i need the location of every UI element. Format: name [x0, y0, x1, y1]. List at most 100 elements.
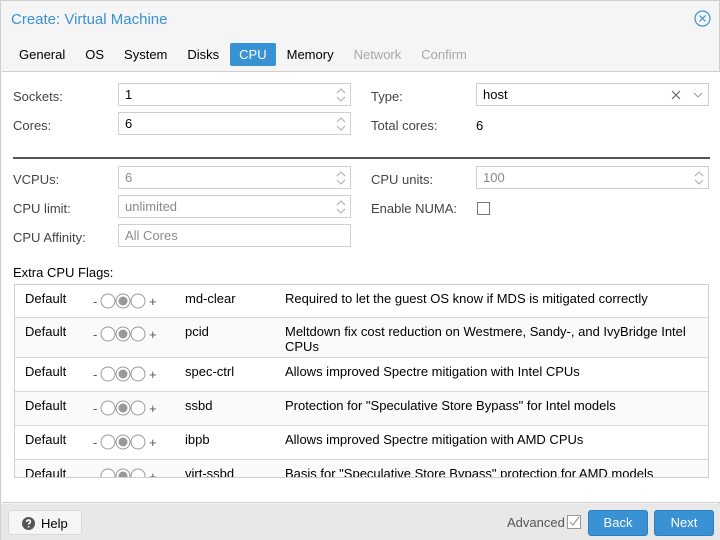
flag-state: Default [25, 364, 67, 379]
tab-cpu[interactable]: CPU [230, 43, 276, 66]
tab-os[interactable]: OS [76, 43, 113, 66]
minus-label: - [93, 367, 97, 382]
tri-state-toggle[interactable]: - + [93, 364, 163, 382]
vcpus-label: VCPUs: [13, 172, 60, 187]
tab-general[interactable]: General [10, 43, 74, 66]
flag-description: Protection for "Speculative Store Bypass… [285, 398, 616, 413]
type-select[interactable]: host [476, 83, 709, 106]
create-vm-dialog: Create: Virtual Machine General OS Syste… [0, 0, 720, 540]
toggle-on-option [130, 400, 146, 416]
advanced-divider [13, 157, 710, 159]
toggle-off-option [100, 434, 116, 450]
cores-input[interactable]: 6 [118, 112, 351, 135]
enable-numa-checkbox[interactable] [477, 202, 490, 215]
plus-label: + [149, 294, 157, 309]
enable-numa-label: Enable NUMA: [371, 201, 457, 216]
minus-label: - [93, 469, 97, 478]
minus-label: - [93, 294, 97, 309]
plus-label: + [149, 469, 157, 478]
sockets-input[interactable]: 1 [118, 83, 351, 106]
flag-name: spec-ctrl [185, 364, 235, 379]
vcpus-value: 6 [125, 170, 133, 185]
toggle-off-option [100, 326, 116, 342]
flag-row: Default - + spec-ctrl Allows improved Spectr… [15, 358, 708, 392]
spinner-icon[interactable] [694, 170, 704, 186]
tri-state-toggle[interactable]: - + [93, 432, 163, 450]
flag-description: Required to let the guest OS know if MDS… [285, 291, 648, 306]
toggle-selected-dot [118, 329, 128, 339]
cpu-limit-input[interactable]: unlimited [118, 195, 351, 218]
flag-description: Allows improved Spectre mitigation with … [285, 432, 584, 447]
flag-state: Default [25, 466, 67, 478]
flag-row: Default - + pcid Meltdown fix cost reduction… [15, 318, 708, 358]
cpu-units-input[interactable]: 100 [476, 166, 709, 189]
tri-state-toggle[interactable]: - + [93, 398, 163, 416]
plus-label: + [149, 327, 157, 342]
flag-name: ibpb [185, 432, 210, 447]
tab-confirm: Confirm [421, 47, 467, 62]
tab-system[interactable]: System [115, 43, 176, 66]
minus-label: - [93, 401, 97, 416]
toggle-on-option [130, 434, 146, 450]
toggle-on-option [130, 366, 146, 382]
help-label: Help [41, 516, 68, 531]
toggle-selected-dot [118, 296, 128, 306]
flag-state: Default [25, 398, 67, 413]
cpu-limit-value: unlimited [125, 199, 178, 214]
extra-cpu-flags-label: Extra CPU Flags: [13, 265, 114, 280]
cpu-affinity-placeholder: All Cores [125, 228, 178, 243]
advanced-label: Advanced [507, 515, 565, 530]
total-cores-label: Total cores: [371, 118, 438, 133]
back-button[interactable]: Back [588, 510, 648, 536]
flag-name: md-clear [185, 291, 236, 306]
cores-value: 6 [125, 116, 133, 131]
type-label: Type: [371, 89, 403, 104]
tab-disks[interactable]: Disks [178, 43, 228, 66]
toggle-off-option [100, 400, 116, 416]
cpu-affinity-label: CPU Affinity: [13, 230, 86, 245]
toggle-on-option [130, 326, 146, 342]
vcpus-input[interactable]: 6 [118, 166, 351, 189]
clear-icon[interactable] [671, 90, 681, 100]
toggle-off-option [100, 366, 116, 382]
cpu-affinity-input[interactable]: All Cores [118, 224, 351, 247]
tab-network: Network [353, 47, 402, 62]
flag-row: Default - + virt-ssbd Basis for "Speculative… [15, 460, 708, 478]
tab-memory[interactable]: Memory [278, 43, 343, 66]
toggle-on-option [130, 468, 146, 477]
flag-description: Meltdown fix cost reduction on Westmere,… [285, 324, 686, 354]
flag-name: pcid [185, 324, 209, 339]
dialog-title: Create: Virtual Machine [11, 11, 168, 28]
type-value: host [483, 87, 508, 102]
dialog-footer: Help Advanced Back Next [1, 504, 720, 540]
minus-label: - [93, 327, 97, 342]
flag-description: Allows improved Spectre mitigation with … [285, 364, 580, 379]
tri-state-toggle[interactable]: - + [93, 324, 163, 342]
flag-name: ssbd [185, 398, 213, 413]
spinner-icon[interactable] [336, 199, 346, 215]
flag-row: Default - + md-clear Required to let the gue… [15, 285, 708, 318]
help-button[interactable]: Help [8, 510, 82, 535]
cpu-units-value: 100 [483, 170, 505, 185]
spinner-icon[interactable] [336, 87, 346, 103]
toggle-off-option [100, 468, 116, 477]
help-icon [22, 517, 35, 530]
plus-label: + [149, 435, 157, 450]
advanced-checkbox[interactable] [567, 515, 581, 529]
spinner-icon[interactable] [336, 170, 346, 186]
cpu-flags-grid: Default - + md-clear Required to let the gue… [14, 284, 709, 478]
total-cores-value: 6 [476, 118, 484, 133]
tri-state-toggle[interactable]: - + [93, 466, 163, 478]
flag-state: Default [25, 291, 67, 306]
flag-name: virt-ssbd [185, 466, 235, 478]
cpu-limit-label: CPU limit: [13, 201, 71, 216]
tri-state-toggle[interactable]: - + [93, 291, 163, 309]
toggle-selected-dot [118, 437, 128, 447]
toggle-selected-dot [118, 369, 128, 379]
close-icon[interactable] [694, 10, 711, 27]
chevron-down-icon[interactable] [693, 92, 703, 98]
next-button[interactable]: Next [654, 510, 714, 536]
minus-label: - [93, 435, 97, 450]
plus-label: + [149, 401, 157, 416]
spinner-icon[interactable] [336, 116, 346, 132]
